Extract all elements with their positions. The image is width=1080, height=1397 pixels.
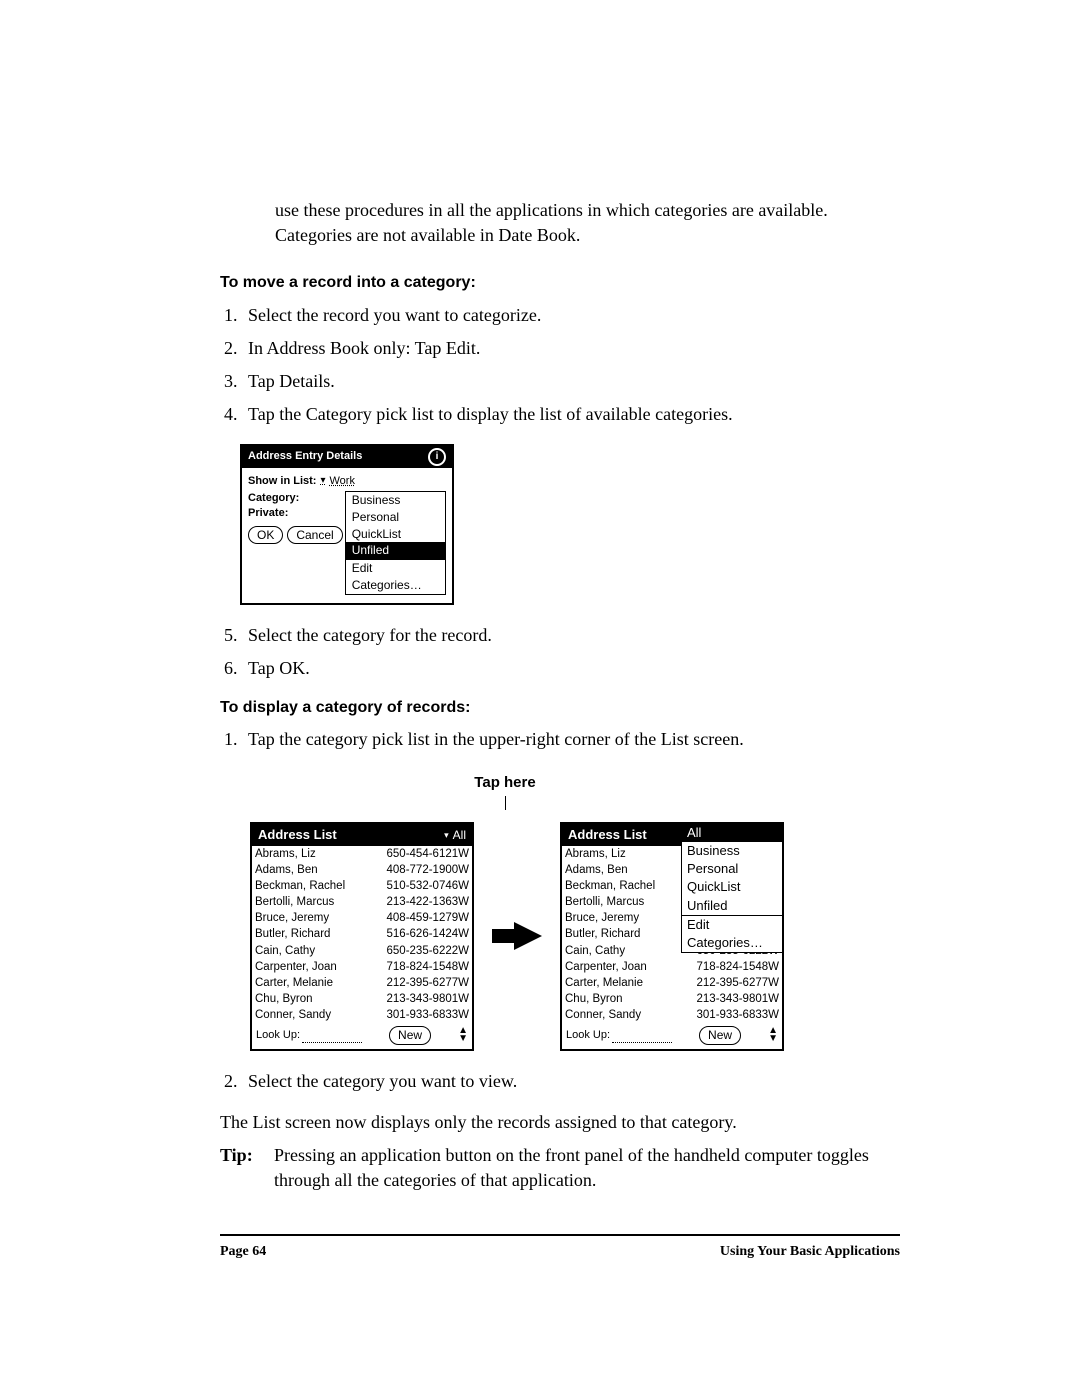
list-item[interactable]: Adams, Ben408-772-1900W	[252, 862, 472, 878]
cat-option-edit[interactable]: Edit Categories…	[682, 915, 782, 952]
cat-option-quicklist[interactable]: QuickList	[682, 878, 782, 896]
move-step-2: In Address Book only: Tap Edit.	[242, 336, 900, 361]
page-footer: Page 64 Using Your Basic Applications	[220, 1234, 900, 1262]
list-item[interactable]: Carter, Melanie212-395-6277W	[252, 975, 472, 991]
move-step-3: Tap Details.	[242, 369, 900, 394]
address-list-title-right: Address List	[568, 826, 647, 844]
category-option-edit[interactable]: Edit Categories…	[346, 559, 445, 594]
intro-paragraph: use these procedures in all the applicat…	[275, 198, 900, 248]
lookup-label: Look Up:	[256, 1029, 300, 1041]
display-step-1: Tap the category pick list in the upper-…	[242, 727, 900, 752]
scroll-arrows-right[interactable]: ▲▼	[768, 1027, 778, 1043]
list-item[interactable]: Carpenter, Joan718-824-1548W	[252, 959, 472, 975]
move-step-5: Select the category for the record.	[242, 623, 900, 648]
list-item[interactable]: Carpenter, Joan718-824-1548W	[562, 959, 782, 975]
address-entry-details-dialog: Address Entry Details i Show in List: Wo…	[240, 444, 454, 605]
new-button[interactable]: New	[389, 1026, 431, 1045]
list-item[interactable]: Cain, Cathy650-235-6222W	[252, 943, 472, 959]
cat-option-personal[interactable]: Personal	[682, 860, 782, 878]
list-item[interactable]: Carter, Melanie212-395-6277W	[562, 975, 782, 991]
move-steps-list: Select the record you want to categorize…	[220, 303, 900, 428]
tap-here-pointer	[505, 796, 506, 810]
list-item[interactable]: Beckman, Rachel510-532-0746W	[252, 878, 472, 894]
arrow-right-icon	[514, 922, 542, 950]
show-in-list-label: Show in List:	[248, 474, 316, 489]
address-list-right: Address List All Business Personal Quick…	[560, 822, 784, 1051]
category-option-personal[interactable]: Personal	[346, 509, 445, 526]
section-move-heading: To move a record into a category:	[220, 272, 900, 294]
move-steps-list-cont: Select the category for the record. Tap …	[220, 623, 900, 681]
lookup-input-right[interactable]	[612, 1042, 672, 1043]
cancel-button[interactable]: Cancel	[287, 526, 342, 545]
category-picklist-all[interactable]: All	[444, 827, 466, 844]
category-menu-open[interactable]: All Business Personal QuickList Unfiled …	[681, 823, 783, 953]
list-item[interactable]: Butler, Richard516-626-1424W	[252, 926, 472, 942]
display-steps-list-2: Select the category you want to view.	[220, 1069, 900, 1094]
lookup-input[interactable]	[302, 1042, 362, 1043]
scroll-arrows[interactable]: ▲▼	[458, 1027, 468, 1043]
info-icon[interactable]: i	[428, 448, 446, 466]
list-item[interactable]: Chu, Byron213-343-9801W	[252, 991, 472, 1007]
section-display-heading: To display a category of records:	[220, 697, 900, 719]
cat-option-all[interactable]: All	[682, 824, 782, 842]
dialog-title: Address Entry Details	[248, 449, 362, 464]
chevron-down-icon[interactable]: ▼	[768, 1035, 778, 1043]
page-number: Page 64	[220, 1242, 266, 1262]
address-list-title: Address List	[258, 826, 337, 844]
new-button-right[interactable]: New	[699, 1026, 741, 1045]
list-item[interactable]: Conner, Sandy301-933-6833W	[252, 1007, 472, 1023]
tip-text: Pressing an application button on the fr…	[274, 1143, 900, 1193]
category-option-business[interactable]: Business	[346, 492, 445, 509]
chevron-down-icon[interactable]: ▼	[458, 1035, 468, 1043]
category-dropdown[interactable]: Business Personal QuickList Unfiled Edit…	[345, 491, 446, 595]
address-list-table: Abrams, Liz650-454-6121W Adams, Ben408-7…	[252, 846, 472, 1023]
list-item[interactable]: Bruce, Jeremy408-459-1279W	[252, 910, 472, 926]
address-list-left: Address List All Abrams, Liz650-454-6121…	[250, 822, 474, 1051]
category-label: Category:	[248, 491, 339, 506]
category-option-unfiled[interactable]: Unfiled	[346, 542, 445, 559]
category-option-quicklist[interactable]: QuickList	[346, 526, 445, 543]
display-steps-list: Tap the category pick list in the upper-…	[220, 727, 900, 752]
list-item[interactable]: Bertolli, Marcus213-422-1363W	[252, 894, 472, 910]
move-step-4: Tap the Category pick list to display th…	[242, 402, 900, 427]
display-result-text: The List screen now displays only the re…	[220, 1110, 900, 1135]
display-step-2: Select the category you want to view.	[242, 1069, 900, 1094]
list-item[interactable]: Abrams, Liz650-454-6121W	[252, 846, 472, 862]
cat-option-unfiled[interactable]: Unfiled	[682, 897, 782, 915]
chapter-title: Using Your Basic Applications	[720, 1242, 900, 1262]
cat-option-business[interactable]: Business	[682, 842, 782, 860]
ok-button[interactable]: OK	[248, 526, 283, 545]
list-item[interactable]: Conner, Sandy301-933-6833W	[562, 1007, 782, 1023]
show-in-list-picklist[interactable]: Work	[320, 474, 355, 489]
list-item[interactable]: Chu, Byron213-343-9801W	[562, 991, 782, 1007]
private-label: Private:	[248, 506, 339, 521]
move-step-6: Tap OK.	[242, 656, 900, 681]
move-step-1: Select the record you want to categorize…	[242, 303, 900, 328]
tip-label: Tip:	[220, 1143, 260, 1193]
tap-here-label: Tap here	[474, 774, 535, 791]
lookup-label-right: Look Up:	[566, 1029, 610, 1041]
